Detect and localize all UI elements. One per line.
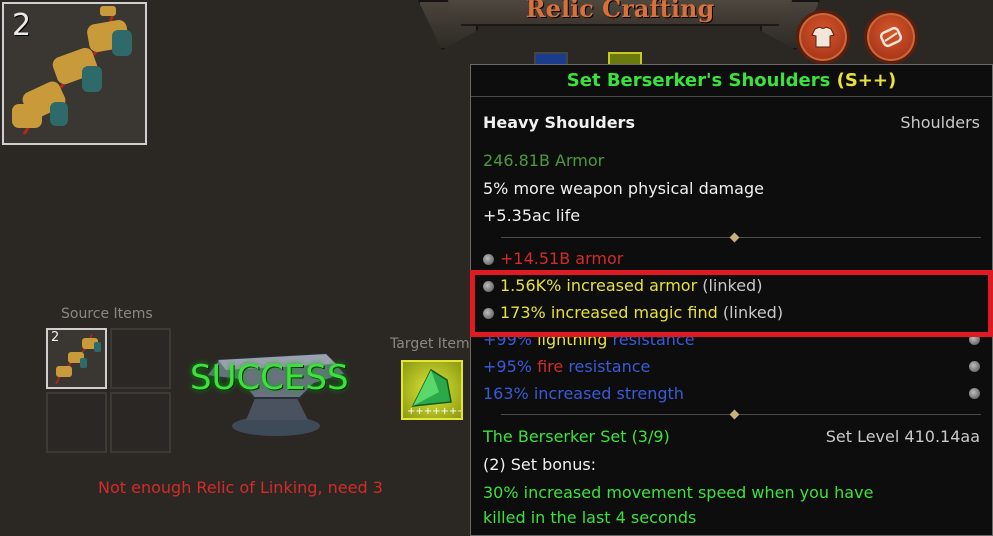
success-message: SUCCESS <box>190 358 349 398</box>
tooltip-divider <box>501 409 981 420</box>
source-slot-4[interactable] <box>110 392 171 453</box>
page-title: Relic Crafting <box>525 0 715 23</box>
target-item-label: Target Item <box>390 336 470 352</box>
mod-bullet-icon <box>483 281 494 292</box>
source-slot-1[interactable]: 2 <box>46 328 107 389</box>
mod-linked-magic-find: 173% increased magic find (linked) <box>483 303 783 322</box>
relic-filter-button[interactable] <box>864 10 918 64</box>
relic-item-slot[interactable]: 2 <box>2 2 147 145</box>
set-bonus-line-1: 30% increased movement speed when you ha… <box>483 483 874 502</box>
mod-armor: +14.51B armor <box>483 249 623 268</box>
relic-chain-small-icon <box>55 333 101 385</box>
set-level: Set Level 410.14aa <box>825 427 980 446</box>
item-tooltip: Set Berserker's Shoulders (S++) Heavy Sh… <box>470 64 993 536</box>
set-bonus-header: (2) Set bonus: <box>483 455 597 474</box>
source-slot-3[interactable] <box>46 392 107 453</box>
set-name: The Berserker Set (3/9) <box>483 427 670 446</box>
source-slot-2[interactable] <box>110 328 171 389</box>
item-implicit-1: 5% more weapon physical damage <box>483 179 764 198</box>
lightning-word: lightning <box>537 330 608 349</box>
green-shoulder-icon: +++++++ <box>407 368 461 417</box>
socket-bullet-icon <box>969 334 980 345</box>
mod-linked-armor-text: 1.56K% increased armor <box>500 276 698 295</box>
armor-filter-button[interactable] <box>796 10 850 64</box>
item-grade: (S++) <box>836 70 897 91</box>
mod-bullet-icon <box>483 254 494 265</box>
item-armor: 246.81B Armor <box>483 151 605 170</box>
mod-linked-armor: 1.56K% increased armor (linked) <box>483 276 762 295</box>
item-name: Set Berserker's Shoulders <box>566 70 831 91</box>
lightning-value: +99% <box>483 330 532 349</box>
mod-fire-resistance: +95% fire resistance <box>483 357 650 376</box>
linked-tag: (linked) <box>722 303 784 322</box>
mod-bullet-icon <box>483 308 494 319</box>
svg-text:+++++++: +++++++ <box>407 406 461 417</box>
source-items-grid: 2 <box>46 328 172 454</box>
relic-crafting-screen: 2 Relic Crafting Source Items 2 SUCCESS … <box>0 0 993 536</box>
socket-bullet-icon <box>969 388 980 399</box>
item-implicit-2: +5.35ac life <box>483 206 581 225</box>
fire-word: fire <box>537 357 564 376</box>
item-title: Set Berserker's Shoulders (S++) <box>471 65 992 97</box>
mod-lightning-resistance: +99% lightning resistance <box>483 330 695 349</box>
mod-armor-text: +14.51B armor <box>500 249 624 268</box>
set-bonus-line-2: killed in the last 4 seconds <box>483 508 697 527</box>
chest-armor-icon <box>811 26 835 48</box>
item-base-type: Heavy Shoulders <box>483 113 635 132</box>
error-message: Not enough Relic of Linking, need 3 <box>98 478 383 497</box>
linked-tag: (linked) <box>702 276 763 295</box>
socket-bullet-icon <box>969 361 980 372</box>
relic-stone-icon <box>879 26 903 48</box>
fire-value: +95% <box>483 357 532 376</box>
item-slot-type: Shoulders <box>900 113 980 132</box>
target-item-slot[interactable]: +++++++ <box>401 360 463 420</box>
resistance-word: resistance <box>612 330 695 349</box>
mod-strength: 163% increased strength <box>483 384 684 403</box>
mod-linked-magic-find-text: 173% increased magic find <box>500 303 718 322</box>
tooltip-divider <box>501 232 981 243</box>
source-items-label: Source Items <box>61 306 153 322</box>
resistance-word: resistance <box>568 357 651 376</box>
relic-chain-icon <box>12 6 132 135</box>
